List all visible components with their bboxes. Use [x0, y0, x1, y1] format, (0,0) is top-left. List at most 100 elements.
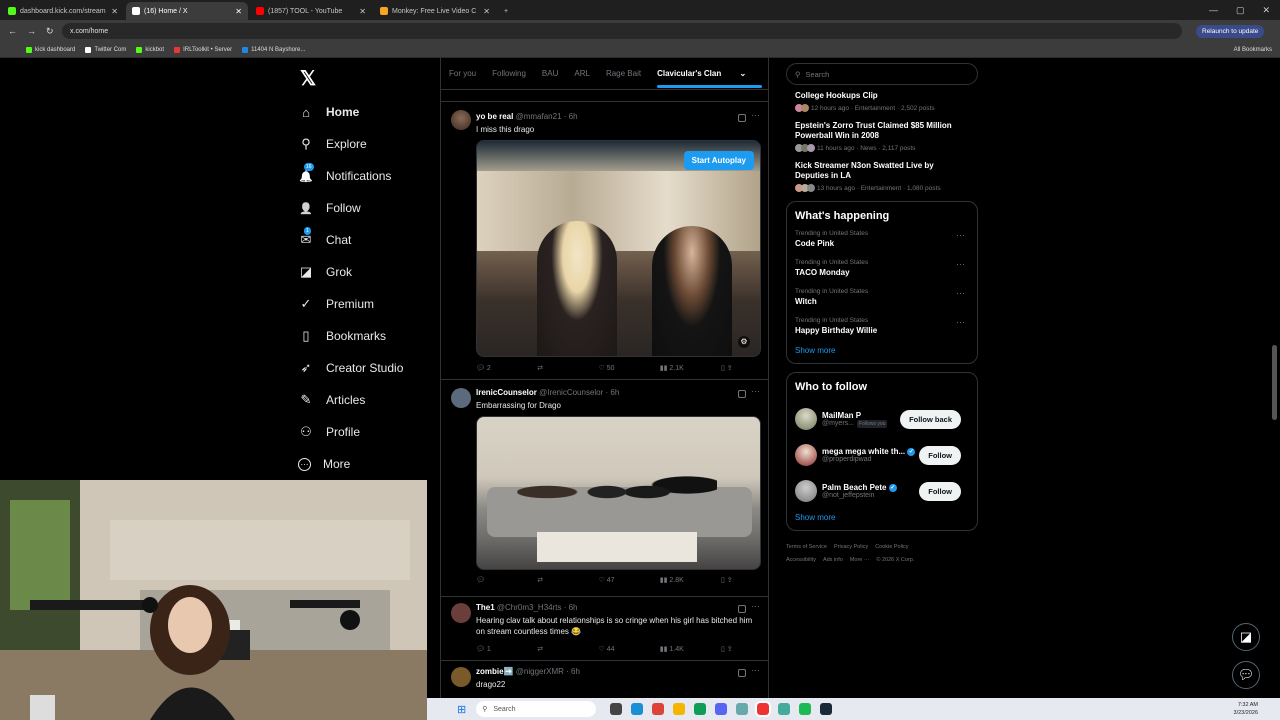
tab-bau[interactable]: BAU: [542, 69, 558, 78]
url-bar[interactable]: x.com/home: [62, 23, 1182, 39]
views-button[interactable]: ▮▮ 2.8K: [660, 576, 721, 584]
follow-button[interactable]: Follow: [919, 445, 961, 465]
post-image[interactable]: [476, 416, 761, 570]
search-input[interactable]: ⚲ Search: [786, 63, 978, 85]
close-icon[interactable]: ✕: [359, 7, 366, 16]
repost-button[interactable]: ⇄: [537, 576, 598, 584]
nav-chat[interactable]: ✉ 1 Chat: [298, 224, 438, 256]
show-more-link[interactable]: Show more: [795, 346, 969, 355]
messages-fab-icon[interactable]: 💬︎: [1232, 661, 1260, 689]
maximize-icon[interactable]: ▢: [1236, 5, 1245, 16]
avatar[interactable]: [451, 388, 471, 408]
tab-for-you[interactable]: For you: [449, 69, 476, 78]
post-ireniccounselor[interactable]: IrenicCounselor @IrenicCounselor · 6h ··…: [441, 380, 768, 597]
repost-button[interactable]: ⇄: [537, 364, 598, 372]
bookmark-share-buttons[interactable]: ▯ ⇪: [721, 645, 761, 653]
grok-icon[interactable]: [738, 114, 746, 122]
avatar[interactable]: [451, 603, 471, 623]
more-options-icon[interactable]: ···: [751, 601, 760, 611]
more-link[interactable]: More ···: [850, 557, 870, 563]
notepad-icon[interactable]: [736, 703, 749, 715]
more-options-icon[interactable]: ···: [956, 230, 965, 240]
nav-creator-studio[interactable]: ➶ Creator Studio: [298, 352, 438, 384]
privacy-link[interactable]: Privacy Policy: [834, 544, 868, 550]
scrollbar[interactable]: [1272, 345, 1277, 420]
active-app-icon[interactable]: [755, 701, 772, 717]
nav-premium[interactable]: ✓ Premium: [298, 288, 438, 320]
nav-home[interactable]: ⌂ Home: [298, 96, 438, 128]
system-clock[interactable]: 7:32 AM 3/23/2026: [1234, 701, 1258, 717]
cookie-link[interactable]: Cookie Policy: [875, 544, 908, 550]
browser-tab-youtube[interactable]: (1857) TOOL - YouTube ✕: [250, 2, 372, 20]
post-the1[interactable]: The1 @Chr0m3_H34rts · 6h ··· Hearing cla…: [441, 597, 768, 661]
app-icon[interactable]: [673, 703, 686, 715]
discord-icon[interactable]: [715, 703, 728, 715]
trend-item[interactable]: Trending in United States Code Pink ···: [795, 230, 969, 248]
reply-button[interactable]: 💬︎ 1: [476, 645, 537, 653]
post-video[interactable]: Start Autoplay ⚙: [476, 140, 761, 357]
follow-suggestion[interactable]: Palm Beach Pete ✓ @not_jeffepstein Follow: [795, 473, 969, 509]
reply-button[interactable]: 💬︎: [476, 576, 537, 584]
close-icon[interactable]: ✕: [111, 7, 118, 16]
like-button[interactable]: ♡ 44: [599, 645, 660, 653]
x-logo-icon[interactable]: 𝕏: [300, 66, 316, 91]
bookmark-kick-dashboard[interactable]: kick dashboard: [26, 46, 75, 53]
bookmark-twitter[interactable]: Twitter Com: [85, 46, 126, 53]
reload-icon[interactable]: ↻: [46, 26, 54, 37]
reply-button[interactable]: 💬︎ 2: [476, 364, 537, 372]
relaunch-button[interactable]: Relaunch to update: [1196, 24, 1265, 38]
follow-button[interactable]: Follow: [919, 481, 961, 501]
avatar[interactable]: [795, 444, 817, 466]
tab-following[interactable]: Following: [492, 69, 526, 78]
nav-bookmarks[interactable]: ▯ Bookmarks: [298, 320, 438, 352]
bookmark-kickbot[interactable]: kickbot: [136, 46, 164, 53]
trend-item[interactable]: Trending in United States Witch ···: [795, 288, 969, 306]
grok-icon[interactable]: [738, 605, 746, 613]
more-options-icon[interactable]: ···: [751, 386, 760, 396]
news-item[interactable]: Kick Streamer N3on Swatted Live by Deput…: [795, 161, 969, 192]
avatar[interactable]: [795, 480, 817, 502]
show-more-link[interactable]: Show more: [795, 513, 969, 522]
follow-back-button[interactable]: Follow back: [900, 409, 961, 429]
browser-tab-monkey[interactable]: Monkey: Free Live Video C ✕: [374, 2, 496, 20]
browser-tab-x-home[interactable]: (16) Home / X ✕: [126, 2, 248, 20]
chrome-icon[interactable]: [652, 703, 665, 715]
nav-grok[interactable]: ◪ Grok: [298, 256, 438, 288]
accessibility-link[interactable]: Accessibility: [786, 557, 816, 563]
nav-articles[interactable]: ✎ Articles: [298, 384, 438, 416]
taskbar-search[interactable]: ⚲ Search: [476, 701, 597, 717]
new-tab-button[interactable]: +: [498, 2, 518, 20]
nav-follow[interactable]: 👤 Follow: [298, 192, 438, 224]
bookmark-share-buttons[interactable]: ▯ ⇪: [721, 364, 761, 372]
more-options-icon[interactable]: ···: [751, 110, 760, 120]
nav-profile[interactable]: ⚇ Profile: [298, 416, 438, 448]
bookmark-share-buttons[interactable]: ▯ ⇪: [721, 576, 761, 584]
post-yo-be-real[interactable]: yo be real @mmafan21 · 6h ··· I miss thi…: [441, 102, 768, 380]
all-bookmarks[interactable]: All Bookmarks: [1234, 47, 1272, 53]
steam-icon[interactable]: [820, 703, 833, 715]
file-explorer-icon[interactable]: [610, 703, 623, 715]
more-options-icon[interactable]: ···: [751, 665, 760, 675]
minimize-icon[interactable]: —: [1209, 5, 1218, 15]
ads-info-link[interactable]: Ads info: [823, 557, 843, 563]
close-icon[interactable]: ✕: [483, 7, 490, 16]
close-icon[interactable]: ✕: [235, 7, 242, 16]
browser-tab-kick[interactable]: dashboard.kick.com/stream ✕: [2, 2, 124, 20]
nav-explore[interactable]: ⚲ Explore: [298, 128, 438, 160]
follow-suggestion[interactable]: MailMan P @myers... Follows you Follow bac…: [795, 401, 969, 437]
tab-rage-bait[interactable]: Rage Bait: [606, 69, 641, 78]
chrome-alt-icon[interactable]: [694, 703, 707, 715]
news-item[interactable]: College Hookups Clip 12 hours ago · Ente…: [795, 91, 969, 112]
views-button[interactable]: ▮▮ 1.4K: [660, 645, 721, 653]
post-zombie[interactable]: zombie➡️ @niggerXMR · 6h ··· drago22: [441, 661, 768, 698]
spotify-icon[interactable]: [799, 703, 812, 715]
tab-clavicular-clan[interactable]: Clavicular's Clan ⌄: [657, 69, 763, 88]
close-window-icon[interactable]: ✕: [1262, 5, 1270, 16]
like-button[interactable]: ♡ 47: [599, 576, 660, 584]
media-settings-icon[interactable]: ⚙: [738, 336, 750, 348]
news-item[interactable]: Epstein's Zorro Trust Claimed $85 Millio…: [795, 121, 969, 152]
trend-item[interactable]: Trending in United States Happy Birthday …: [795, 317, 969, 335]
nav-notifications[interactable]: 🔔 16 Notifications: [298, 160, 438, 192]
avatar[interactable]: [795, 408, 817, 430]
grok-fab-icon[interactable]: ◪: [1232, 623, 1260, 651]
